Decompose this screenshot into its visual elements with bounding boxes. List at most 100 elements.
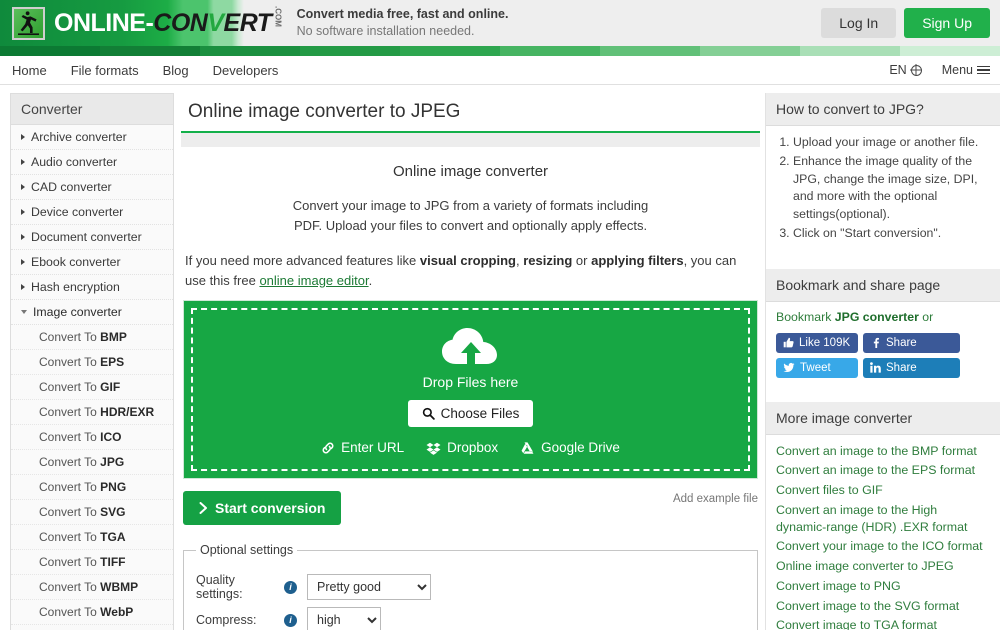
advanced-bold-resizing: resizing	[523, 253, 573, 268]
sidebar-item-audio-converter[interactable]: Audio converter	[11, 150, 173, 175]
quality-setting-row: Quality settings: i Pretty good	[196, 573, 745, 601]
bookmark-share-title: Bookmark and share page	[766, 268, 1000, 302]
decorative-stripe-bar	[0, 46, 1000, 56]
stripe-segment	[500, 46, 600, 56]
choose-files-label: Choose Files	[440, 406, 520, 421]
info-icon[interactable]: i	[284, 613, 297, 627]
more-image-converter-title: More image converter	[766, 401, 1000, 435]
more-link-jpeg[interactable]: Online image converter to JPEG	[776, 558, 990, 575]
sidebar-sub-format: WBMP	[100, 580, 139, 594]
compress-label: Compress:	[196, 613, 257, 627]
add-example-file-link[interactable]: Add example file	[673, 493, 758, 505]
sidebar-item-convert-to-webp[interactable]: Convert To WebP	[11, 600, 173, 625]
facebook-like-button[interactable]: Like 109K	[776, 332, 858, 353]
start-conversion-label: Start conversion	[215, 500, 326, 516]
more-link-bmp[interactable]: Convert an image to the BMP format	[776, 443, 990, 460]
nav-item-file-formats[interactable]: File formats	[71, 63, 139, 78]
bookmark-text-post: or	[918, 309, 934, 324]
sidebar-item-convert-to-hdr-exr[interactable]: Convert To HDR/EXR	[11, 400, 173, 425]
chevron-right-icon	[21, 259, 25, 265]
sidebar-item-cad-converter[interactable]: CAD converter	[11, 175, 173, 200]
linkedin-share-button[interactable]: Share	[863, 357, 960, 378]
thumbs-up-icon	[783, 337, 794, 348]
more-link-eps[interactable]: Convert an image to the EPS format	[776, 462, 990, 479]
sidebar-item-image-converter[interactable]: Image converter	[11, 300, 173, 325]
enter-url-button[interactable]: Enter URL	[321, 440, 404, 455]
info-icon[interactable]: i	[284, 580, 297, 594]
upload-area[interactable]: Drop Files here Choose Files Enter URL D…	[183, 300, 758, 479]
search-icon	[422, 407, 435, 420]
sidebar-item-convert-to-gif[interactable]: Convert To GIF	[11, 375, 173, 400]
running-man-logo-icon	[12, 6, 45, 40]
compress-select[interactable]: high	[307, 607, 381, 630]
chevron-right-icon	[21, 284, 25, 290]
intro-section: Online image converter Convert your imag…	[181, 163, 760, 235]
nav-item-blog[interactable]: Blog	[163, 63, 189, 78]
bookmark-share-body: Bookmark JPG converter or Like 109K Shar…	[766, 302, 1000, 388]
share-button-label: Share	[886, 361, 917, 374]
nav-item-home[interactable]: Home	[12, 63, 47, 78]
quality-settings-label: Quality settings:	[196, 573, 243, 601]
bookmark-converter-link[interactable]: JPG converter	[835, 310, 919, 324]
signup-button[interactable]: Sign Up	[904, 8, 990, 38]
sidebar-sub-format: WebP	[100, 605, 134, 619]
sidebar-sub-prefix: Convert To	[39, 580, 101, 594]
sidebar-item-convert-to-bmp[interactable]: Convert To BMP	[11, 325, 173, 350]
dropbox-button[interactable]: Dropbox	[426, 440, 498, 455]
sidebar-item-convert-to-tiff[interactable]: Convert To TIFF	[11, 550, 173, 575]
menu-button[interactable]: Menu	[942, 63, 990, 77]
sidebar-item-convert-to-tga[interactable]: Convert To TGA	[11, 525, 173, 550]
sidebar-sub-format: BMP	[100, 330, 127, 344]
more-link-gif[interactable]: Convert files to GIF	[776, 482, 990, 499]
start-conversion-button[interactable]: Start conversion	[183, 491, 342, 525]
language-selector[interactable]: EN	[889, 63, 922, 77]
intro-heading: Online image converter	[392, 163, 549, 180]
sidebar-item-archive-converter[interactable]: Archive converter	[11, 125, 173, 150]
stripe-segment	[900, 46, 1000, 56]
sidebar-item-document-converter[interactable]: Document converter	[11, 225, 173, 250]
sidebar-item-device-converter[interactable]: Device converter	[11, 200, 173, 225]
bookmark-text-pre: Bookmark	[776, 309, 835, 324]
advanced-text-mid2: or	[572, 253, 592, 268]
dropzone[interactable]: Drop Files here Choose Files Enter URL D…	[191, 308, 750, 471]
sidebar-item-convert-to-png[interactable]: Convert To PNG	[11, 475, 173, 500]
more-link-png[interactable]: Convert image to PNG	[776, 578, 990, 595]
online-image-editor-link[interactable]: online image editor	[259, 273, 368, 288]
sidebar-sub-format: SVG	[100, 505, 126, 519]
facebook-icon	[873, 338, 879, 349]
quality-select[interactable]: Pretty good	[307, 574, 431, 600]
sidebar-item-software-converter[interactable]: Software converter	[11, 625, 173, 630]
upload-sources: Enter URL Dropbox Google Drive	[193, 440, 748, 455]
google-drive-button[interactable]: Google Drive	[520, 440, 620, 455]
sidebar-sub-format: EPS	[100, 355, 125, 369]
sidebar-item-convert-to-ico[interactable]: Convert To ICO	[11, 425, 173, 450]
menu-label: Menu	[941, 63, 973, 77]
converter-sidebar: Converter Archive converter Audio conver…	[10, 93, 174, 630]
advanced-text-end: .	[368, 272, 373, 288]
twitter-tweet-button[interactable]: Tweet	[776, 357, 858, 378]
sidebar-item-convert-to-jpg[interactable]: Convert To JPG	[11, 450, 173, 475]
facebook-share-button[interactable]: Share	[863, 332, 960, 353]
more-link-ico[interactable]: Convert your image to the ICO format	[776, 538, 990, 555]
globe-icon	[910, 64, 922, 76]
login-button[interactable]: Log In	[821, 8, 897, 38]
dropbox-icon	[426, 442, 441, 455]
sidebar-item-convert-to-eps[interactable]: Convert To EPS	[11, 350, 173, 375]
nav-item-developers[interactable]: Developers	[213, 63, 279, 78]
more-link-tga[interactable]: Convert image to TGA format	[776, 617, 990, 630]
site-logo[interactable]: ONLINE-CONVERT .COM	[0, 6, 283, 40]
sidebar-item-hash-encryption[interactable]: Hash encryption	[11, 275, 173, 300]
more-link-svg[interactable]: Convert image to the SVG format	[776, 598, 990, 615]
stripe-segment	[0, 46, 100, 56]
sidebar-item-convert-to-svg[interactable]: Convert To SVG	[11, 500, 173, 525]
cloud-upload-icon	[441, 328, 497, 364]
sidebar-sub-format: GIF	[100, 380, 121, 394]
howto-title: How to convert to JPG?	[766, 93, 1000, 126]
sidebar-item-ebook-converter[interactable]: Ebook converter	[11, 250, 173, 275]
choose-files-button[interactable]: Choose Files	[407, 400, 534, 427]
optional-settings-panel: Optional settings Quality settings: i Pr…	[183, 543, 758, 630]
more-link-hdr-exr[interactable]: Convert an image to the High dynamic-ran…	[776, 502, 990, 535]
sidebar-item-label: Archive converter	[31, 130, 127, 144]
chevron-right-icon	[21, 209, 25, 215]
sidebar-item-convert-to-wbmp[interactable]: Convert To WBMP	[11, 575, 173, 600]
